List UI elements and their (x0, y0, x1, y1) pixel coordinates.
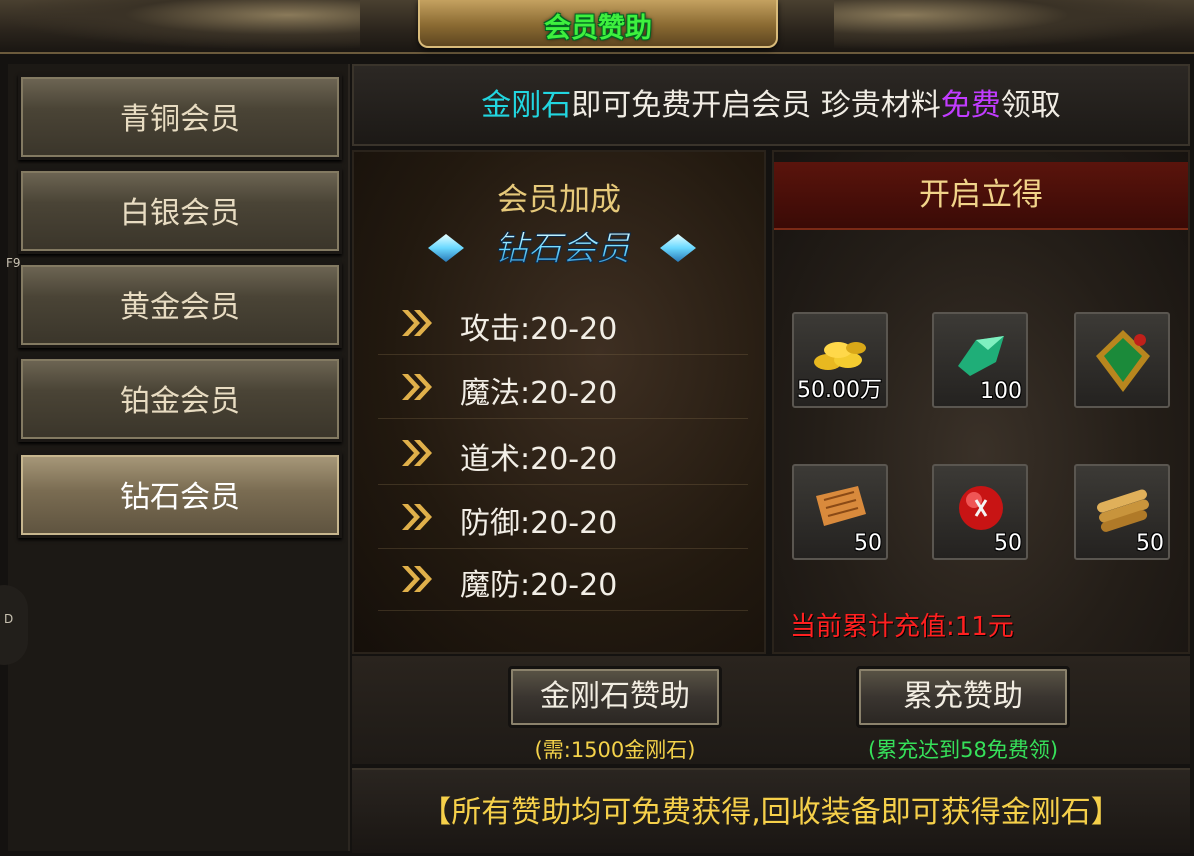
stat-defense: 防御:20-20 (460, 506, 618, 541)
recharge-total: 当前累计充值:11元 (790, 612, 1014, 642)
stat-row-defense: 防御:20-20 (378, 486, 748, 549)
right-ornament (834, 0, 1194, 50)
bamboo-scroll-icon (1097, 489, 1149, 532)
reward-slot-gem[interactable]: 100 (932, 312, 1028, 408)
double-chevron-icon (402, 504, 432, 530)
diamond-cost-note: (需:1500金刚石) (534, 738, 696, 762)
action-area: 金刚石赞助 (需:1500金刚石) 累充赞助 (累充达到58免费领) (352, 656, 1190, 764)
footer-notice: 【所有赞助均可免费获得,回收装备即可获得金刚石】 (352, 768, 1190, 853)
stat-taoism: 道术:20-20 (460, 442, 618, 477)
reward-qty-orb: 50 (994, 531, 1022, 556)
tier-button-gold[interactable]: 黄金会员 (18, 262, 342, 348)
stat-attack: 攻击:20-20 (460, 312, 618, 347)
double-chevron-icon (402, 440, 432, 466)
reward-slot-bamboo[interactable]: 50 (1074, 464, 1170, 560)
bonus-title: 会员加成 (497, 182, 621, 218)
banner-free-text: 免费 (940, 88, 1001, 123)
double-chevron-icon (402, 374, 432, 400)
reward-qty-gold: 50.00万 (797, 378, 882, 403)
left-ornament (0, 0, 360, 50)
reward-qty-bamboo: 50 (1136, 531, 1164, 556)
hotkey-d-label: D (4, 612, 14, 626)
window-title: 会员赞助 (544, 13, 652, 44)
green-medal-icon (1096, 330, 1150, 392)
red-orb-icon (959, 486, 1003, 530)
reward-panel: 开启立得 50.00万 100 50 50 50 当前累计充值:11元 (772, 150, 1190, 654)
recharge-sponsor-button[interactable]: 累充赞助 (856, 666, 1070, 728)
reward-slot-gold[interactable]: 50.00万 (792, 312, 888, 408)
diamond-logo-text: 钻石会员 (494, 229, 631, 269)
double-chevron-icon (402, 310, 432, 336)
reward-qty-scroll: 50 (854, 531, 882, 556)
reward-slot-orb[interactable]: 50 (932, 464, 1028, 560)
stat-row-magic: 魔法:20-20 (378, 356, 748, 419)
stat-magic: 魔法:20-20 (460, 376, 618, 411)
gold-coins-icon (814, 342, 866, 370)
scroll-icon (816, 486, 866, 526)
hotkey-f9-label: F9 (6, 256, 21, 270)
top-bar: 会员赞助 (0, 0, 1194, 54)
recharge-requirement-note: (累充达到58免费领) (867, 738, 1059, 762)
title-plate: 会员赞助 (418, 0, 778, 48)
tier-button-bronze[interactable]: 青铜会员 (18, 74, 342, 160)
stat-row-taoism: 道术:20-20 (378, 422, 748, 485)
banner-middle-text: 即可免费开启会员 珍贵材料 (571, 88, 941, 123)
diamond-tier-logo: 钻石会员 (428, 229, 696, 270)
banner-claim-text: 领取 (1000, 88, 1061, 123)
reward-header: 开启立得 (774, 162, 1188, 230)
diamond-right-icon (660, 234, 696, 262)
stat-row-magic-defense: 魔防:20-20 (378, 548, 748, 611)
sidebar: 青铜会员 白银会员 黄金会员 铂金会员 钻石会员 (8, 64, 350, 851)
green-gem-icon (958, 336, 1004, 376)
diamond-left-icon (428, 234, 464, 262)
promo-banner: 金刚石即可免费开启会员 珍贵材料免费领取 (352, 64, 1190, 146)
reward-qty-gem: 100 (980, 379, 1022, 404)
double-chevron-icon (402, 566, 432, 592)
reward-slot-scroll[interactable]: 50 (792, 464, 888, 560)
stat-magic-defense: 魔防:20-20 (460, 568, 618, 603)
banner-diamond-text: 金刚石 (481, 88, 572, 123)
bonus-panel: 会员加成 钻石会员 攻击:20-20 魔法:20-20 道术:20-20 防御:… (352, 150, 766, 654)
tier-button-silver[interactable]: 白银会员 (18, 168, 342, 254)
tier-button-platinum[interactable]: 铂金会员 (18, 356, 342, 442)
reward-slot-medal[interactable] (1074, 312, 1170, 408)
stat-row-attack: 攻击:20-20 (378, 292, 748, 355)
tier-button-diamond[interactable]: 钻石会员 (18, 452, 342, 538)
diamond-sponsor-button[interactable]: 金刚石赞助 (508, 666, 722, 728)
